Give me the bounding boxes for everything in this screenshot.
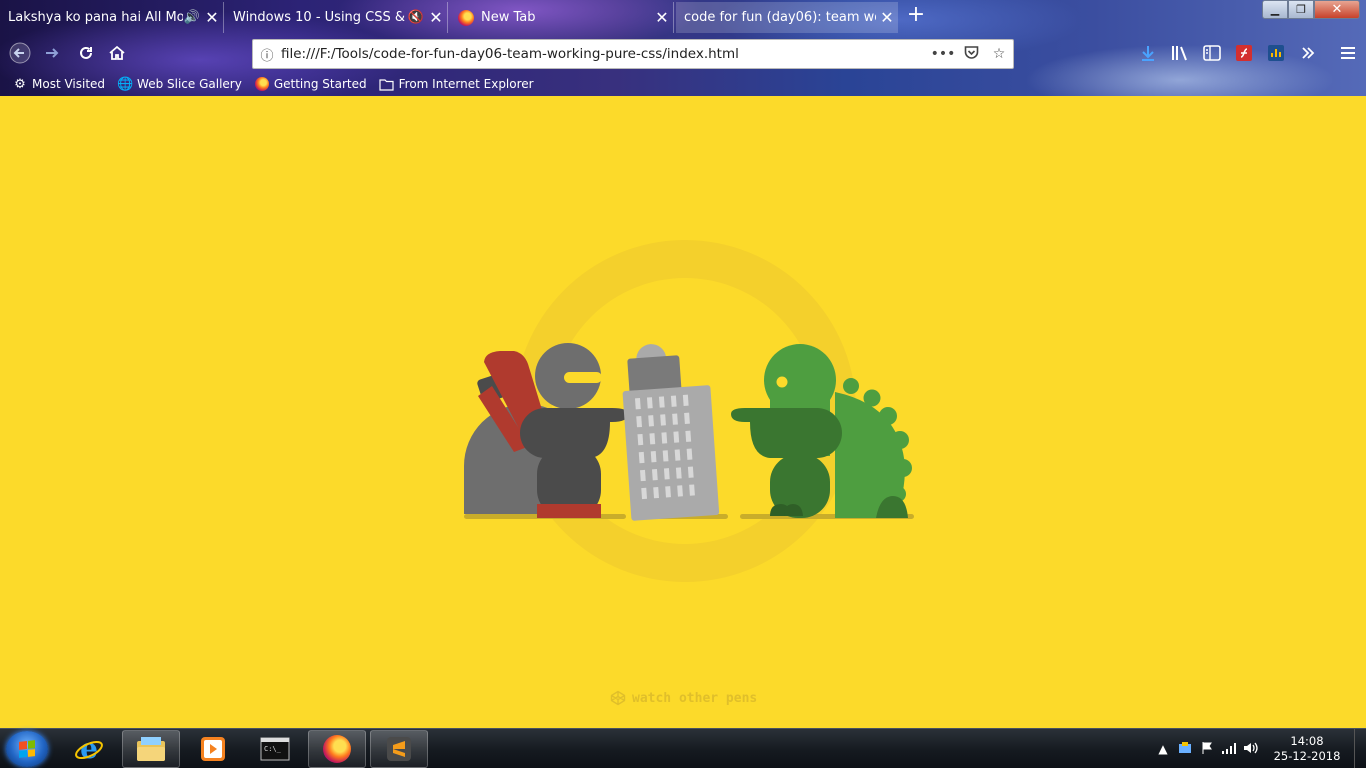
bookmark-label: Getting Started: [273, 77, 367, 91]
hamburger-menu-icon: [1341, 47, 1355, 59]
sidebar-button[interactable]: [1198, 39, 1226, 67]
clock-time: 14:08: [1290, 734, 1324, 748]
page-content: watch other pens: [0, 96, 1366, 728]
tab-label: Windows 10 - Using CSS & JS Only: [233, 10, 407, 25]
info-icon[interactable]: ⓘ: [253, 45, 281, 64]
show-hidden-icons-button[interactable]: ▲: [1152, 742, 1174, 756]
analytics-icon: [1268, 45, 1284, 61]
tab-label: code for fun (day06): team working pure …: [684, 10, 876, 25]
back-button[interactable]: [6, 39, 34, 67]
network-manager-icon[interactable]: [1174, 741, 1196, 758]
browser-chrome: Lakshya ko pana hai All Motivational 🔊 ✕…: [0, 0, 1366, 96]
home-icon: [109, 45, 125, 60]
flash-icon: [1236, 45, 1252, 61]
bookmark-from-internet-explorer[interactable]: From Internet Explorer: [379, 76, 534, 92]
minimize-button[interactable]: ▁: [1262, 0, 1288, 19]
close-button[interactable]: ✕: [1314, 0, 1360, 19]
forward-button[interactable]: [38, 39, 66, 67]
signal-strength-icon[interactable]: [1218, 742, 1240, 757]
page-actions-icon[interactable]: •••: [929, 46, 957, 62]
reload-button[interactable]: [72, 39, 100, 67]
robot-figure: [464, 343, 628, 518]
navigation-toolbar: ⓘ file:///F:/Tools/code-for-fun-day06-te…: [0, 36, 1366, 70]
url-text[interactable]: file:///F:/Tools/code-for-fun-day06-team…: [281, 46, 929, 62]
command-prompt-icon: C:\_: [260, 737, 290, 761]
overflow-button[interactable]: [1294, 39, 1322, 67]
volume-icon[interactable]: [1240, 741, 1262, 758]
bookmark-label: From Internet Explorer: [398, 77, 534, 91]
bookmark-most-visited[interactable]: ⚙ Most Visited: [12, 76, 105, 92]
firefox-taskbar-button[interactable]: [308, 730, 366, 768]
dinosaur-figure: [731, 344, 912, 518]
bookmark-label: Most Visited: [32, 77, 106, 91]
url-bar[interactable]: ⓘ file:///F:/Tools/code-for-fun-day06-te…: [252, 39, 1014, 69]
tab-code-for-fun[interactable]: code for fun (day06): team working pure …: [676, 2, 898, 33]
clock[interactable]: 14:08 25-12-2018: [1268, 734, 1346, 764]
tab-close-icon[interactable]: ✕: [425, 8, 447, 27]
tab-strip: Lakshya ko pana hai All Motivational 🔊 ✕…: [0, 0, 1366, 33]
library-icon: [1172, 46, 1187, 61]
firefox-icon: [254, 76, 270, 92]
bookmark-label: Web Slice Gallery: [137, 77, 242, 91]
svg-text:C:\_: C:\_: [264, 745, 282, 753]
tab-label: Lakshya ko pana hai All Motivational: [8, 10, 183, 25]
show-desktop-button[interactable]: [1354, 729, 1366, 768]
codepen-icon: [610, 690, 626, 706]
bookmark-web-slice-gallery[interactable]: 🌐 Web Slice Gallery: [117, 76, 242, 92]
tab-lakshya[interactable]: Lakshya ko pana hai All Motivational 🔊 ✕: [0, 2, 224, 33]
back-arrow-icon: [9, 42, 31, 64]
media-player-taskbar-button[interactable]: [184, 730, 242, 768]
download-icon: [1142, 46, 1154, 61]
double-chevron-icon: [1302, 47, 1315, 59]
firefox-icon: [323, 735, 351, 763]
tab-new-tab[interactable]: New Tab ✕: [450, 2, 674, 33]
command-prompt-taskbar-button[interactable]: C:\_: [246, 730, 304, 768]
action-center-flag-icon[interactable]: [1196, 741, 1218, 758]
tab-close-icon[interactable]: ✕: [876, 8, 898, 27]
clock-date: 25-12-2018: [1273, 749, 1341, 763]
sublime-text-taskbar-button[interactable]: [370, 730, 428, 768]
downloads-button[interactable]: [1134, 39, 1162, 67]
sidebar-icon: [1203, 45, 1221, 61]
flash-extension-button[interactable]: [1230, 39, 1258, 67]
internet-explorer-icon: e: [75, 734, 103, 764]
gear-icon: ⚙: [14, 76, 26, 92]
footer-link-label: watch other pens: [632, 690, 758, 706]
menu-button[interactable]: [1334, 39, 1362, 67]
reload-icon: [80, 46, 92, 59]
svg-text:e: e: [80, 734, 98, 764]
home-button[interactable]: [103, 39, 131, 67]
tab-label: New Tab: [481, 10, 536, 25]
globe-icon: 🌐: [116, 76, 134, 92]
windows-taskbar: e C:\_ ▲ 14:08 25-12-2018: [0, 728, 1366, 768]
forward-arrow-icon: [46, 48, 59, 58]
folder-icon: [379, 76, 395, 92]
internet-explorer-taskbar-button[interactable]: e: [60, 730, 118, 768]
watch-other-pens-link[interactable]: watch other pens: [610, 690, 757, 706]
tab-close-icon[interactable]: ✕: [651, 8, 673, 27]
start-button[interactable]: [6, 731, 48, 767]
firefox-icon: [458, 9, 474, 26]
bookmarks-toolbar: ⚙ Most Visited 🌐 Web Slice Gallery Getti…: [0, 73, 1366, 95]
muted-speaker-icon[interactable]: 🔇: [407, 10, 425, 25]
building-figure: [622, 344, 720, 521]
file-explorer-icon: [137, 737, 165, 761]
pocket-icon[interactable]: [957, 45, 985, 63]
file-explorer-taskbar-button[interactable]: [122, 730, 180, 768]
bookmark-getting-started[interactable]: Getting Started: [254, 76, 367, 92]
tab-close-icon[interactable]: ✕: [201, 8, 223, 27]
speaker-icon[interactable]: 🔊: [183, 10, 201, 25]
new-tab-button[interactable]: +: [904, 4, 928, 28]
analytics-extension-button[interactable]: [1262, 39, 1290, 67]
library-button[interactable]: [1166, 39, 1194, 67]
system-tray: ▲ 14:08 25-12-2018: [1152, 729, 1366, 768]
tab-windows10[interactable]: Windows 10 - Using CSS & JS Only 🔇 ✕: [225, 2, 448, 33]
team-working-illustration: [464, 240, 914, 582]
media-player-icon: [201, 737, 225, 761]
windows-logo-icon: [19, 740, 35, 758]
sublime-text-icon: [387, 737, 411, 761]
bookmark-star-icon[interactable]: ☆: [985, 46, 1013, 62]
maximize-button[interactable]: ❐: [1288, 0, 1314, 19]
